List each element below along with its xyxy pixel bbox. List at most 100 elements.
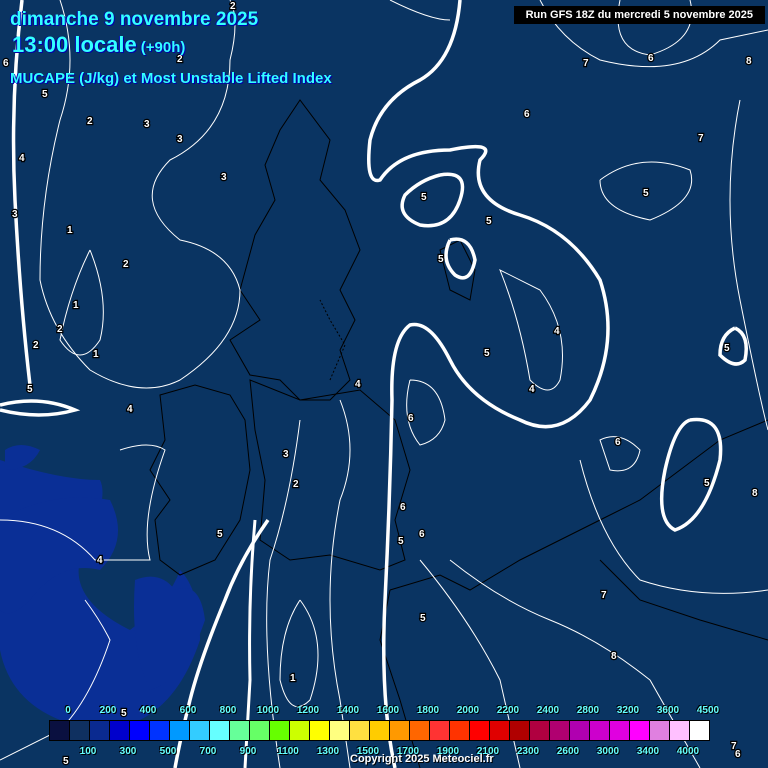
contour-label: 5 xyxy=(63,756,69,767)
scale-swatch xyxy=(610,721,630,740)
local-time: 13:00 locale xyxy=(12,32,137,57)
contour-label: 3 xyxy=(177,134,183,145)
scale-swatch xyxy=(550,721,570,740)
scale-swatch xyxy=(570,721,590,740)
scale-swatch xyxy=(290,721,310,740)
contour-label: 6 xyxy=(3,58,9,69)
scale-label-top: 2000 xyxy=(456,705,480,716)
scale-swatch xyxy=(390,721,410,740)
contour-label: 1 xyxy=(67,225,73,236)
contour-label: 5 xyxy=(438,254,444,265)
scale-swatch xyxy=(70,721,90,740)
scale-label-top: 1600 xyxy=(376,705,400,716)
contour-label: 2 xyxy=(87,116,93,127)
contour-label: 2 xyxy=(33,340,39,351)
scale-swatch xyxy=(490,721,510,740)
contour-label: 3 xyxy=(221,172,227,183)
contour-label: 5 xyxy=(42,89,48,100)
contour-label: 6 xyxy=(400,502,406,513)
scale-label-top: 1800 xyxy=(416,705,440,716)
contour-label: 7 xyxy=(698,133,704,144)
scale-swatch xyxy=(170,721,190,740)
contour-label: 2 xyxy=(57,324,63,335)
scale-swatch xyxy=(630,721,650,740)
contour-label: 5 xyxy=(121,708,127,719)
scale-swatch xyxy=(270,721,290,740)
scale-swatch xyxy=(210,721,230,740)
scale-swatch xyxy=(670,721,690,740)
contour-label: 5 xyxy=(27,384,33,395)
scale-label-top: 3200 xyxy=(616,705,640,716)
contour-label: 4 xyxy=(554,326,560,337)
contour-label: 3 xyxy=(283,449,289,460)
scale-label-bottom: 700 xyxy=(199,746,217,757)
scale-swatch xyxy=(450,721,470,740)
scale-label-bottom: 100 xyxy=(79,746,97,757)
scale-label-top: 2800 xyxy=(576,705,600,716)
scale-label-top: 2400 xyxy=(536,705,560,716)
forecast-date: dimanche 9 novembre 2025 xyxy=(10,9,259,30)
scale-swatch xyxy=(690,721,709,740)
scale-swatch xyxy=(510,721,530,740)
scale-label-top: 1200 xyxy=(296,705,320,716)
scale-label-bottom: 4000 xyxy=(676,746,700,757)
contour-label: 4 xyxy=(97,555,103,566)
contour-label: 4 xyxy=(19,153,25,164)
scale-label-top: 800 xyxy=(219,705,237,716)
scale-swatch xyxy=(530,721,550,740)
contour-label: 6 xyxy=(615,437,621,448)
scale-swatch xyxy=(350,721,370,740)
scale-swatch xyxy=(310,721,330,740)
scale-swatch xyxy=(250,721,270,740)
scale-label-top: 1000 xyxy=(256,705,280,716)
contour-label: 2 xyxy=(293,479,299,490)
contour-label: 8 xyxy=(611,651,617,662)
contour-label: 6 xyxy=(408,413,414,424)
contour-label: 8 xyxy=(746,56,752,67)
scale-label-bottom: 2300 xyxy=(516,746,540,757)
scale-swatch xyxy=(330,721,350,740)
weather-map: 2652233433121221547686755554554466325866… xyxy=(0,0,768,768)
contour-label: 4 xyxy=(529,384,535,395)
color-scale xyxy=(49,720,710,741)
contour-label: 5 xyxy=(486,216,492,227)
contour-label: 3 xyxy=(12,209,18,220)
run-info: Run GFS 18Z du mercredi 5 novembre 2025 xyxy=(513,6,765,24)
scale-label-top: 1400 xyxy=(336,705,360,716)
contour-label: 4 xyxy=(355,379,361,390)
scale-swatch xyxy=(130,721,150,740)
scale-label-top: 200 xyxy=(99,705,117,716)
contour-label: 3 xyxy=(144,119,150,130)
parameter-title: MUCAPE (J/kg) et Most Unstable Lifted In… xyxy=(10,70,332,87)
scale-swatch xyxy=(650,721,670,740)
cape-shade-area xyxy=(5,445,40,470)
scale-swatch xyxy=(190,721,210,740)
scale-label-top: 600 xyxy=(179,705,197,716)
copyright: Copyright 2025 Meteociel.fr xyxy=(350,753,494,765)
scale-label-top: 2200 xyxy=(496,705,520,716)
scale-swatch xyxy=(110,721,130,740)
scale-label-bottom: 900 xyxy=(239,746,257,757)
map-canvas: 26522 33433121221547 6 867555545 5446632 5866… xyxy=(0,0,768,768)
contour-label: 1 xyxy=(93,349,99,360)
contour-label: 6 xyxy=(735,749,741,760)
contour-label: 5 xyxy=(704,478,710,489)
contour-label: 5 xyxy=(421,192,427,203)
scale-label-bottom: 500 xyxy=(159,746,177,757)
scale-label-bottom: 1300 xyxy=(316,746,340,757)
contour-label: 4 xyxy=(127,404,133,415)
scale-label-top: 3600 xyxy=(656,705,680,716)
contour-label: 1 xyxy=(73,300,79,311)
forecast-time: 13:00 locale (+90h) xyxy=(12,32,185,58)
scale-swatch xyxy=(90,721,110,740)
contour-label: 2 xyxy=(123,259,129,270)
scale-label-bottom: 3000 xyxy=(596,746,620,757)
contour-label: 6 xyxy=(524,109,530,120)
scale-swatch xyxy=(410,721,430,740)
scale-swatch xyxy=(370,721,390,740)
contour-label: 5 xyxy=(484,348,490,359)
contour-label: 1 xyxy=(290,673,296,684)
scale-label-top: 400 xyxy=(139,705,157,716)
scale-label-bottom: 2600 xyxy=(556,746,580,757)
contour-label: 7 xyxy=(583,58,589,69)
